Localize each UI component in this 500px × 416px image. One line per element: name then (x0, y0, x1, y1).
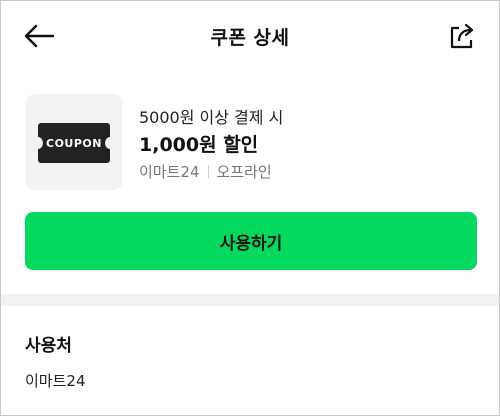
coupon-ticket-icon: COUPON (33, 123, 115, 163)
meta-separator (207, 165, 209, 178)
coupon-meta: 이마트24 오프라인 (139, 161, 272, 182)
usage-location: 이마트24 (25, 372, 86, 390)
section-divider (1, 294, 499, 306)
usage-section-title: 사용처 (25, 336, 72, 356)
share-button[interactable] (445, 19, 479, 53)
share-icon (450, 23, 474, 49)
coupon-discount: 1,000원 할인 (139, 134, 259, 156)
use-coupon-label: 사용하기 (219, 233, 283, 254)
coupon-channel: 오프라인 (216, 163, 272, 181)
coupon-card: COUPON 5000원 이상 결제 시 1,000원 할인 이마트24 오프라… (25, 94, 485, 194)
use-coupon-button[interactable]: 사용하기 (25, 212, 477, 270)
top-bar: 쿠폰 상세 (1, 1, 499, 71)
coupon-store: 이마트24 (139, 163, 200, 181)
coupon-condition: 5000원 이상 결제 시 (139, 108, 284, 127)
coupon-ticket-text: COUPON (46, 136, 102, 150)
page-title: 쿠폰 상세 (210, 27, 290, 49)
coupon-thumbnail: COUPON (25, 94, 123, 190)
